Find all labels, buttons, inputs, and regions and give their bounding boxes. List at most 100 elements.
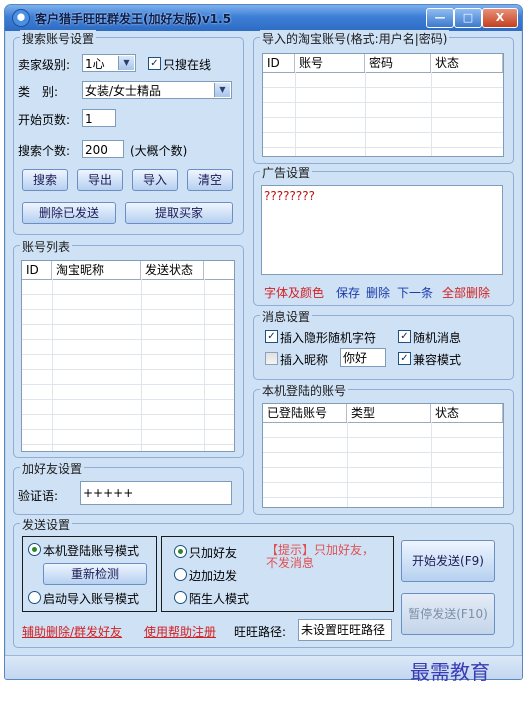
column-header[interactable]: 账号 [295, 54, 365, 72]
watermark-text: 最需教育 [410, 660, 490, 684]
search-button[interactable]: 搜索 [22, 169, 68, 191]
seller-level-label: 卖家级别: [18, 58, 71, 72]
table-header: ID 账号 密码 状态 [263, 54, 503, 73]
app-logo-icon [12, 9, 30, 27]
recheck-button[interactable]: 重新检测 [43, 563, 147, 585]
table-row[interactable] [263, 482, 503, 498]
ad-text: ???????? [264, 189, 315, 203]
chevron-down-icon[interactable]: ▼ [214, 83, 230, 97]
only-online-checkbox[interactable]: ✓ [148, 57, 161, 70]
table-row[interactable] [22, 354, 234, 370]
font-color-link[interactable]: 字体及颜色 [264, 284, 324, 301]
compatible-mode-checkbox[interactable]: ✓ [398, 352, 411, 365]
random-message-checkbox[interactable]: ✓ [398, 330, 411, 343]
table-header: 已登陆账号 类型 状态 [263, 404, 503, 423]
next-link[interactable]: 下一条 [397, 284, 433, 301]
ww-path-input[interactable]: 未设置旺旺路径 [298, 619, 392, 641]
insert-hidden-chars-label: 插入隐形随机字符 [280, 331, 377, 345]
column-header[interactable]: 类型 [347, 404, 431, 422]
insert-nickname-label: 插入昵称 [280, 353, 329, 367]
export-button[interactable]: 导出 [77, 169, 123, 191]
pause-send-button[interactable]: 暂停发送(F10) [401, 593, 495, 635]
seller-level-select[interactable]: 1心 ▼ [82, 54, 136, 72]
seller-level-value: 1心 [85, 57, 105, 71]
import-mode-label: 启动导入账号模式 [43, 592, 140, 606]
column-header[interactable]: 状态 [431, 404, 503, 422]
table-row[interactable] [22, 324, 234, 340]
imported-accounts-table[interactable]: ID 账号 密码 状态 [262, 53, 504, 157]
verify-message-input[interactable]: +++++ [80, 481, 232, 505]
table-row[interactable] [263, 117, 503, 133]
category-select[interactable]: 女装/女士精品 ▼ [82, 81, 232, 99]
search-count-hint: (大概个数) [130, 144, 188, 158]
table-row[interactable] [263, 467, 503, 483]
table-row[interactable] [263, 102, 503, 118]
search-count-label: 搜索个数: [18, 144, 71, 158]
column-header[interactable]: 已登陆账号 [263, 404, 347, 422]
import-button[interactable]: 导入 [132, 169, 178, 191]
clear-button[interactable]: 清空 [187, 169, 233, 191]
start-page-input[interactable]: 1 [82, 109, 116, 127]
extract-buyers-button[interactable]: 提取买家 [125, 202, 233, 224]
table-row[interactable] [22, 429, 234, 445]
import-mode-radio[interactable] [28, 591, 41, 604]
ad-text-area[interactable]: ???????? [261, 185, 503, 275]
table-row[interactable] [22, 339, 234, 355]
close-button[interactable]: X [482, 8, 518, 28]
table-row[interactable] [22, 384, 234, 400]
random-message-label: 随机消息 [413, 331, 462, 345]
table-row[interactable] [263, 422, 503, 438]
table-row[interactable] [22, 309, 234, 325]
add-friend-title: 加好友设置 [20, 460, 85, 477]
imported-accounts-title: 导入的淘宝账号(格式:用户名|密码) [260, 30, 450, 47]
helper-link[interactable]: 辅助删除/群发好友 [22, 623, 122, 640]
table-row[interactable] [263, 132, 503, 148]
nickname-input[interactable]: 你好 [340, 348, 386, 367]
column-header[interactable]: ID [22, 261, 52, 279]
local-mode-radio[interactable] [28, 543, 41, 556]
table-row[interactable] [263, 437, 503, 453]
table-row[interactable] [263, 72, 503, 88]
maximize-button[interactable]: □ [454, 8, 482, 28]
table-row[interactable] [22, 294, 234, 310]
column-header[interactable]: 状态 [431, 54, 503, 72]
delete-sent-button[interactable]: 删除已发送 [22, 202, 116, 224]
account-list-title: 账号列表 [20, 238, 73, 255]
table-row[interactable] [22, 369, 234, 385]
verify-label: 验证语: [18, 489, 59, 503]
table-row[interactable] [22, 279, 234, 295]
add-friend-group: 加好友设置 验证语: +++++ [13, 460, 244, 515]
minimize-button[interactable]: — [426, 8, 454, 28]
column-header[interactable]: ID [263, 54, 295, 72]
local-accounts-table[interactable]: 已登陆账号 类型 状态 [262, 403, 504, 508]
start-page-label: 开始页数: [18, 113, 71, 127]
column-header[interactable]: 密码 [365, 54, 431, 72]
only-add-friend-radio[interactable] [174, 545, 187, 558]
column-header[interactable]: 发送状态 [141, 261, 204, 279]
table-row[interactable] [22, 414, 234, 430]
chevron-down-icon[interactable]: ▼ [118, 56, 134, 70]
table-row[interactable] [263, 452, 503, 468]
delete-link[interactable]: 删除 [366, 284, 390, 301]
insert-nickname-checkbox[interactable] [265, 352, 278, 365]
message-settings-group: 消息设置 ✓ 插入隐形随机字符 ✓ 随机消息 插入昵称 你好 ✓ 兼容模式 [253, 308, 514, 380]
ad-settings-title: 广告设置 [260, 164, 313, 181]
delete-all-link[interactable]: 全部删除 [442, 284, 490, 301]
table-row[interactable] [22, 399, 234, 415]
account-mode-box: 本机登陆账号模式 重新检测 启动导入账号模式 [22, 536, 157, 612]
help-register-link[interactable]: 使用帮助注册 [144, 623, 216, 640]
main-window: 客户猎手旺旺群发王(加好友版)v1.5 — □ X 搜索账号设置 卖家级别: 1… [4, 4, 523, 680]
insert-hidden-chars-checkbox[interactable]: ✓ [265, 330, 278, 343]
search-count-input[interactable]: 200 [82, 140, 124, 158]
ww-path-label: 旺旺路径: [234, 625, 287, 639]
title-bar[interactable]: 客户猎手旺旺群发王(加好友版)v1.5 — □ X [5, 5, 522, 31]
save-link[interactable]: 保存 [336, 284, 360, 301]
add-and-send-radio[interactable] [174, 568, 187, 581]
account-list-table[interactable]: ID 淘宝昵称 发送状态 [21, 260, 235, 452]
start-send-button[interactable]: 开始发送(F9) [401, 540, 495, 582]
column-header[interactable]: 淘宝昵称 [52, 261, 141, 279]
stranger-mode-radio[interactable] [174, 591, 187, 604]
table-row[interactable] [263, 87, 503, 103]
local-mode-label: 本机登陆账号模式 [43, 544, 140, 558]
local-accounts-group: 本机登陆的账号 已登陆账号 类型 状态 [253, 382, 514, 515]
